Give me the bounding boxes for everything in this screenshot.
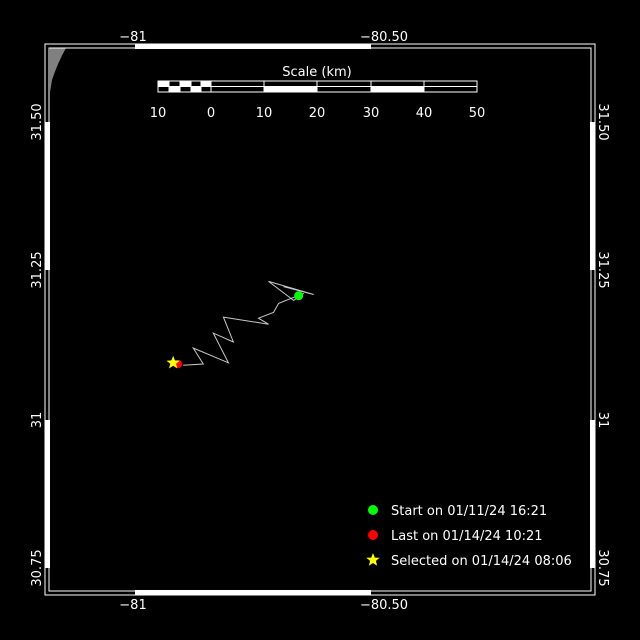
lon-label-bottom-2: −80.50 bbox=[360, 598, 408, 613]
legend: Start on 01/11/24 16:21 Last on 01/14/24… bbox=[366, 504, 572, 569]
scale-tick-label: 10 bbox=[150, 106, 167, 121]
lat-label-right-1: 31.50 bbox=[595, 103, 610, 140]
lat-label-left-3: 31 bbox=[30, 412, 45, 429]
lon-label-top-2: −80.50 bbox=[360, 30, 408, 45]
legend-last-label: Last on 01/14/24 10:21 bbox=[391, 529, 543, 544]
legend-start-label: Start on 01/11/24 16:21 bbox=[391, 504, 547, 519]
scale-tick-label: 10 bbox=[256, 106, 273, 121]
legend-selected-label: Selected on 01/14/24 08:06 bbox=[391, 554, 572, 569]
lon-label-bottom-1: −81 bbox=[119, 598, 146, 613]
track-line bbox=[183, 280, 314, 366]
scale-tick-label: 30 bbox=[363, 106, 380, 121]
scale-bar: Scale (km) 10 0 10 20 30 40 50 bbox=[150, 65, 486, 121]
lat-label-right-2: 31.25 bbox=[595, 251, 610, 288]
map-canvas: −81 −80.50 −81 −80.50 31.50 31.25 31 30.… bbox=[30, 30, 610, 613]
scale-tick-label: 40 bbox=[416, 106, 433, 121]
lat-label-right-4: 30.75 bbox=[595, 549, 610, 586]
scale-tick-label: 20 bbox=[309, 106, 326, 121]
legend-last-dot bbox=[368, 530, 378, 540]
lat-label-right-3: 31 bbox=[595, 412, 610, 429]
lon-label-top-1: −81 bbox=[119, 30, 146, 45]
lat-label-left-4: 30.75 bbox=[30, 549, 45, 586]
coastline-land bbox=[50, 48, 66, 92]
lat-label-left-1: 31.50 bbox=[30, 103, 45, 140]
scale-bar-title: Scale (km) bbox=[282, 65, 351, 80]
lat-label-left-2: 31.25 bbox=[30, 251, 45, 288]
legend-start-dot bbox=[368, 505, 378, 515]
legend-selected-star-icon bbox=[366, 553, 380, 566]
start-marker[interactable] bbox=[294, 291, 304, 301]
scale-tick-label: 0 bbox=[207, 106, 215, 121]
scale-tick-label: 50 bbox=[469, 106, 486, 121]
